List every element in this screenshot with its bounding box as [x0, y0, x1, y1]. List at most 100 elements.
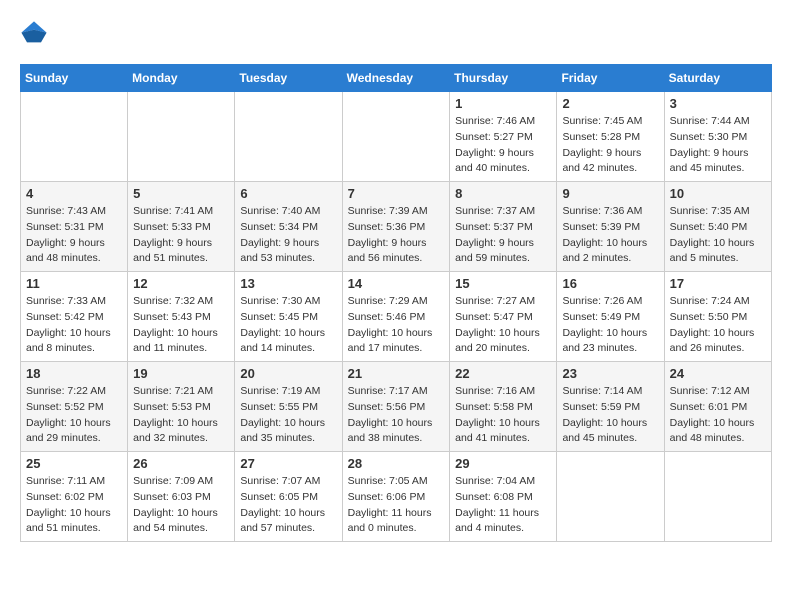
- day-info: Sunrise: 7:11 AMSunset: 6:02 PMDaylight:…: [26, 474, 122, 537]
- day-info: Sunrise: 7:24 AMSunset: 5:50 PMDaylight:…: [670, 294, 766, 357]
- day-number: 10: [670, 186, 766, 201]
- day-number: 22: [455, 366, 551, 381]
- calendar-cell: 3Sunrise: 7:44 AMSunset: 5:30 PMDaylight…: [664, 92, 771, 182]
- calendar-cell: 20Sunrise: 7:19 AMSunset: 5:55 PMDayligh…: [235, 362, 342, 452]
- day-number: 13: [240, 276, 336, 291]
- day-info: Sunrise: 7:36 AMSunset: 5:39 PMDaylight:…: [562, 204, 658, 267]
- calendar-cell: 21Sunrise: 7:17 AMSunset: 5:56 PMDayligh…: [342, 362, 450, 452]
- day-info: Sunrise: 7:46 AMSunset: 5:27 PMDaylight:…: [455, 114, 551, 177]
- week-row-3: 11 Sunrise: 7:33 AMSunset: 5:42 PMDayligh…: [21, 272, 772, 362]
- day-info: Sunrise: 7:12 AMSunset: 6:01 PMDaylight:…: [670, 384, 766, 447]
- day-number: 23: [562, 366, 658, 381]
- day-number: 1: [455, 96, 551, 111]
- header-sunday: Sunday: [21, 65, 128, 92]
- day-number: 6: [240, 186, 336, 201]
- day-info: Sunrise: 7:14 AMSunset: 5:59 PMDaylight:…: [562, 384, 658, 447]
- day-number: 26: [133, 456, 229, 471]
- day-info: Sunrise: 7:30 AMSunset: 5:45 PMDaylight:…: [240, 294, 336, 357]
- day-info: Sunrise: 7:43 AMSunset: 5:31 PMDaylight:…: [26, 204, 122, 267]
- day-number: 18: [26, 366, 122, 381]
- day-number: 21: [348, 366, 445, 381]
- day-info: Sunrise: 7:39 AMSunset: 5:36 PMDaylight:…: [348, 204, 445, 267]
- logo-icon: [20, 20, 48, 48]
- day-number: 19: [133, 366, 229, 381]
- day-number: 9: [562, 186, 658, 201]
- day-number: 14: [348, 276, 445, 291]
- day-number: 11: [26, 276, 122, 291]
- day-number: 16: [562, 276, 658, 291]
- day-number: 8: [455, 186, 551, 201]
- header-wednesday: Wednesday: [342, 65, 450, 92]
- calendar-cell: [21, 92, 128, 182]
- day-info: Sunrise: 7:04 AMSunset: 6:08 PMDaylight:…: [455, 474, 551, 537]
- day-number: 24: [670, 366, 766, 381]
- calendar-cell: 19 Sunrise: 7:21 AMSunset: 5:53 PMDayligh…: [128, 362, 235, 452]
- day-info: Sunrise: 7:35 AMSunset: 5:40 PMDaylight:…: [670, 204, 766, 267]
- calendar-cell: 7 Sunrise: 7:39 AMSunset: 5:36 PMDaylight…: [342, 182, 450, 272]
- week-row-2: 4 Sunrise: 7:43 AMSunset: 5:31 PMDaylight…: [21, 182, 772, 272]
- day-info: Sunrise: 7:40 AMSunset: 5:34 PMDaylight:…: [240, 204, 336, 267]
- day-info: Sunrise: 7:33 AMSunset: 5:42 PMDaylight:…: [26, 294, 122, 357]
- day-info: Sunrise: 7:21 AMSunset: 5:53 PMDaylight:…: [133, 384, 229, 447]
- calendar-cell: 4 Sunrise: 7:43 AMSunset: 5:31 PMDaylight…: [21, 182, 128, 272]
- calendar-cell: 2 Sunrise: 7:45 AMSunset: 5:28 PMDaylight…: [557, 92, 664, 182]
- calendar-cell: 17 Sunrise: 7:24 AMSunset: 5:50 PMDayligh…: [664, 272, 771, 362]
- day-info: Sunrise: 7:16 AMSunset: 5:58 PMDaylight:…: [455, 384, 551, 447]
- calendar-cell: 25 Sunrise: 7:11 AMSunset: 6:02 PMDayligh…: [21, 452, 128, 542]
- day-info: Sunrise: 7:29 AMSunset: 5:46 PMDaylight:…: [348, 294, 445, 357]
- calendar-cell: 28 Sunrise: 7:05 AMSunset: 6:06 PMDayligh…: [342, 452, 450, 542]
- day-number: 3: [670, 96, 766, 111]
- calendar-cell: [235, 92, 342, 182]
- calendar-cell: 14 Sunrise: 7:29 AMSunset: 5:46 PMDayligh…: [342, 272, 450, 362]
- calendar-table: SundayMondayTuesdayWednesdayThursdayFrid…: [20, 64, 772, 542]
- header-friday: Friday: [557, 65, 664, 92]
- calendar-cell: 9 Sunrise: 7:36 AMSunset: 5:39 PMDaylight…: [557, 182, 664, 272]
- day-number: 25: [26, 456, 122, 471]
- day-info: Sunrise: 7:22 AMSunset: 5:52 PMDaylight:…: [26, 384, 122, 447]
- calendar-cell: 8 Sunrise: 7:37 AMSunset: 5:37 PMDaylight…: [450, 182, 557, 272]
- calendar-cell: 23 Sunrise: 7:14 AMSunset: 5:59 PMDayligh…: [557, 362, 664, 452]
- week-row-4: 18 Sunrise: 7:22 AMSunset: 5:52 PMDayligh…: [21, 362, 772, 452]
- day-number: 27: [240, 456, 336, 471]
- day-number: 28: [348, 456, 445, 471]
- calendar-cell: 1 Sunrise: 7:46 AMSunset: 5:27 PMDaylight…: [450, 92, 557, 182]
- day-number: 4: [26, 186, 122, 201]
- day-number: 7: [348, 186, 445, 201]
- calendar-cell: 11 Sunrise: 7:33 AMSunset: 5:42 PMDayligh…: [21, 272, 128, 362]
- calendar-cell: 18 Sunrise: 7:22 AMSunset: 5:52 PMDayligh…: [21, 362, 128, 452]
- day-number: 20: [240, 366, 336, 381]
- day-number: 29: [455, 456, 551, 471]
- calendar-header-row: SundayMondayTuesdayWednesdayThursdayFrid…: [21, 65, 772, 92]
- header-saturday: Saturday: [664, 65, 771, 92]
- calendar-cell: 13 Sunrise: 7:30 AMSunset: 5:45 PMDayligh…: [235, 272, 342, 362]
- header-tuesday: Tuesday: [235, 65, 342, 92]
- day-info: Sunrise: 7:26 AMSunset: 5:49 PMDaylight:…: [562, 294, 658, 357]
- day-number: 17: [670, 276, 766, 291]
- calendar-cell: [664, 452, 771, 542]
- calendar-cell: 24 Sunrise: 7:12 AMSunset: 6:01 PMDayligh…: [664, 362, 771, 452]
- week-row-1: 1 Sunrise: 7:46 AMSunset: 5:27 PMDaylight…: [21, 92, 772, 182]
- calendar-cell: 15 Sunrise: 7:27 AMSunset: 5:47 PMDayligh…: [450, 272, 557, 362]
- header: [20, 20, 772, 48]
- day-number: 2: [562, 96, 658, 111]
- calendar-cell: 27Sunrise: 7:07 AMSunset: 6:05 PMDayligh…: [235, 452, 342, 542]
- day-info: Sunrise: 7:27 AMSunset: 5:47 PMDaylight:…: [455, 294, 551, 357]
- day-number: 15: [455, 276, 551, 291]
- day-info: Sunrise: 7:09 AMSunset: 6:03 PMDaylight:…: [133, 474, 229, 537]
- header-monday: Monday: [128, 65, 235, 92]
- day-number: 5: [133, 186, 229, 201]
- calendar-cell: [128, 92, 235, 182]
- week-row-5: 25 Sunrise: 7:11 AMSunset: 6:02 PMDayligh…: [21, 452, 772, 542]
- calendar-cell: [557, 452, 664, 542]
- header-thursday: Thursday: [450, 65, 557, 92]
- day-number: 12: [133, 276, 229, 291]
- day-info: Sunrise: 7:32 AMSunset: 5:43 PMDaylight:…: [133, 294, 229, 357]
- calendar-cell: 6 Sunrise: 7:40 AMSunset: 5:34 PMDaylight…: [235, 182, 342, 272]
- day-info: Sunrise: 7:45 AMSunset: 5:28 PMDaylight:…: [562, 114, 658, 177]
- calendar-cell: 22 Sunrise: 7:16 AMSunset: 5:58 PMDayligh…: [450, 362, 557, 452]
- day-info: Sunrise: 7:37 AMSunset: 5:37 PMDaylight:…: [455, 204, 551, 267]
- day-info: Sunrise: 7:05 AMSunset: 6:06 PMDaylight:…: [348, 474, 445, 537]
- calendar-cell: 29 Sunrise: 7:04 AMSunset: 6:08 PMDayligh…: [450, 452, 557, 542]
- calendar-cell: [342, 92, 450, 182]
- calendar-cell: 26 Sunrise: 7:09 AMSunset: 6:03 PMDayligh…: [128, 452, 235, 542]
